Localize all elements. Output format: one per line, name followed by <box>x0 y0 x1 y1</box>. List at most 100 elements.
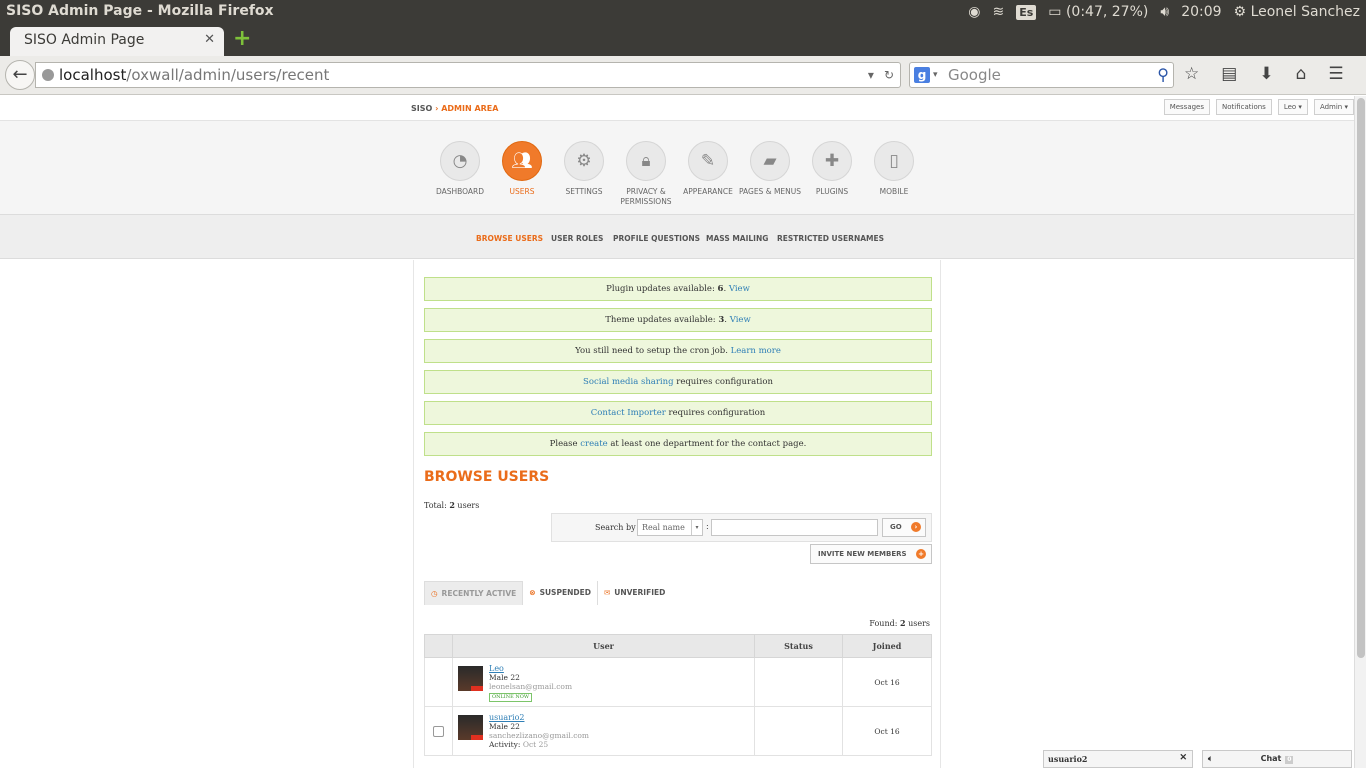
table-row: Leo Male 22 leonelsan@gmail.com ONLINE N… <box>424 657 932 707</box>
bookmark-star-icon[interactable]: ☆ <box>1184 64 1199 84</box>
select-cell <box>424 657 453 707</box>
search-engine-caret-icon[interactable]: ▾ <box>933 63 938 87</box>
bookmarks-icon[interactable]: ▤ <box>1221 64 1237 84</box>
reload-icon[interactable]: ↻ <box>884 63 894 87</box>
select-value: Real name <box>642 523 685 532</box>
page-viewport: SISO › ADMIN AREA Messages Notifications… <box>0 96 1366 768</box>
tab-recently-active[interactable]: ◷ RECENTLY ACTIVE <box>424 581 524 605</box>
breadcrumb-site[interactable]: SISO <box>411 104 432 113</box>
url-dropdown-icon[interactable]: ▾ <box>868 63 874 87</box>
notice-text: at least one department for the contact … <box>607 439 807 449</box>
nav-label: PLUGINS <box>815 187 849 196</box>
view-theme-updates-link[interactable]: View <box>730 315 751 325</box>
notifications-button[interactable]: Notifications <box>1216 99 1272 115</box>
new-tab-icon[interactable]: + <box>233 27 251 51</box>
avatar[interactable] <box>458 666 483 691</box>
joined-cell: Oct 16 <box>842 657 932 707</box>
status-column-header: Status <box>754 634 843 658</box>
search-field-select[interactable]: Real name ▾ <box>637 519 703 536</box>
nav-mobile[interactable]: ▯ MOBILE <box>858 141 930 197</box>
url-bar[interactable]: localhost/oxwall/admin/users/recent ▾ ↻ <box>35 62 901 88</box>
social-media-sharing-link[interactable]: Social media sharing <box>583 377 674 387</box>
main-content: Plugin updates available: 6. View Theme … <box>413 260 941 768</box>
invite-new-members-button[interactable]: INVITE NEW MEMBERS + <box>810 544 932 564</box>
google-icon[interactable]: g <box>914 67 930 83</box>
subnav-restricted-usernames[interactable]: RESTRICTED USERNAMES <box>777 234 884 243</box>
search-input[interactable] <box>711 519 878 536</box>
tab-title: SISO Admin Page <box>24 32 145 48</box>
user-name-link[interactable]: usuario2 <box>489 713 524 722</box>
go-button[interactable]: GO › <box>882 518 926 537</box>
keyboard-layout[interactable]: Es <box>1016 4 1037 20</box>
url-path: /oxwall/admin/users/recent <box>126 66 330 84</box>
breadcrumb-area: ADMIN AREA <box>441 104 499 113</box>
nav-label: MOBILE <box>879 187 909 196</box>
home-icon[interactable]: ⌂ <box>1296 64 1307 84</box>
total-label: Total: <box>424 501 450 510</box>
notice-text: You still need to setup the cron job. <box>575 346 731 356</box>
table-row: usuario2 Male 22 sanchezlizano@gmail.com… <box>424 706 932 756</box>
user-cell: usuario2 Male 22 sanchezlizano@gmail.com… <box>452 706 755 756</box>
select-user-checkbox[interactable] <box>433 725 444 737</box>
download-icon[interactable]: ⬇ <box>1259 64 1273 84</box>
chat-label: Chat <box>1260 754 1282 763</box>
activity-date: Oct 25 <box>522 740 549 749</box>
user-menu-button[interactable]: Leo ▾ <box>1277 99 1308 115</box>
back-button[interactable]: ← <box>5 60 35 90</box>
url-host: localhost <box>59 66 127 84</box>
subnav-mass-mailing[interactable]: MASS MAILING <box>706 234 768 243</box>
create-department-link[interactable]: create <box>580 439 607 449</box>
page-title: BROWSE USERS <box>424 469 550 485</box>
view-plugin-updates-link[interactable]: View <box>729 284 750 294</box>
notice-text: Theme updates available: <box>605 315 719 325</box>
tab-suspended[interactable]: ⊗ SUSPENDED <box>523 581 598 605</box>
status-cell <box>754 657 843 707</box>
notice-text: requires configuration <box>673 377 773 387</box>
chat-bar[interactable]: 🔈︎ Chat 0 <box>1202 750 1352 768</box>
battery-status[interactable]: ▭ (0:47, 27%) <box>1048 4 1148 20</box>
close-icon[interactable]: ✕ <box>1179 753 1187 763</box>
speaker-icon[interactable]: 🔈︎ <box>1208 751 1213 767</box>
user-info: Male 22 <box>489 673 520 682</box>
wifi-icon[interactable]: ≋ <box>992 4 1004 20</box>
online-now-badge: ONLINE NOW <box>489 693 532 702</box>
chat-window-usuario2[interactable]: usuario2 ✕ <box>1043 750 1193 768</box>
menu-icon[interactable]: ☰ <box>1328 64 1343 84</box>
volume-icon[interactable]: 🔊︎ <box>1160 4 1169 20</box>
select-column-header <box>424 634 453 658</box>
user-name-link[interactable]: Leo <box>489 664 504 673</box>
close-tab-icon[interactable]: ✕ <box>204 32 215 47</box>
invite-label: INVITE NEW MEMBERS <box>818 550 907 558</box>
tab-label: UNVERIFIED <box>614 588 666 597</box>
chrome-icon[interactable]: ◉ <box>968 4 980 20</box>
tab-strip: SISO Admin Page ✕ + <box>0 24 1366 56</box>
contact-importer-link[interactable]: Contact Importer <box>591 408 666 418</box>
subnav-profile-questions[interactable]: PROFILE QUESTIONS <box>613 234 700 243</box>
user-column-header: User <box>452 634 755 658</box>
nav-label: APPEARANCE <box>683 187 733 196</box>
navigation-toolbar: ← localhost/oxwall/admin/users/recent ▾ ↻… <box>0 56 1366 95</box>
activity-label: Activity: <box>489 740 523 749</box>
messages-button[interactable]: Messages <box>1163 99 1211 115</box>
notice-contact-department: Please create at least one department fo… <box>424 432 932 456</box>
user-email: sanchezlizano@gmail.com <box>489 731 590 740</box>
learn-more-link[interactable]: Learn more <box>731 346 781 356</box>
page-scrollbar[interactable] <box>1354 96 1366 768</box>
avatar[interactable] <box>458 715 483 740</box>
subnav-browse-users[interactable]: BROWSE USERS <box>476 234 543 243</box>
arrow-right-icon: › <box>911 522 921 532</box>
scrollbar-thumb[interactable] <box>1357 98 1365 658</box>
clock[interactable]: 20:09 <box>1181 4 1221 20</box>
plus-icon: + <box>916 549 926 559</box>
status-cell <box>754 706 843 756</box>
notice-text: Please <box>549 439 581 449</box>
admin-main-nav: ◔ DASHBOARD 👥︎ USERS ⚙ SETTINGS 🔒︎ PRIVACY &… <box>0 121 1366 214</box>
tab-unverified[interactable]: ✉ UNVERIFIED <box>598 581 671 605</box>
user-menu[interactable]: ⚙ Leonel Sanchez <box>1234 4 1360 20</box>
search-icon[interactable]: ⚲ <box>1157 63 1169 87</box>
admin-menu-button[interactable]: Admin ▾ <box>1313 99 1354 115</box>
search-bar[interactable]: g ▾ Google ⚲ <box>909 62 1174 88</box>
browser-tab[interactable]: SISO Admin Page ✕ <box>10 27 224 56</box>
chat-count-badge: 0 <box>1285 756 1294 764</box>
subnav-user-roles[interactable]: USER ROLES <box>551 234 603 243</box>
